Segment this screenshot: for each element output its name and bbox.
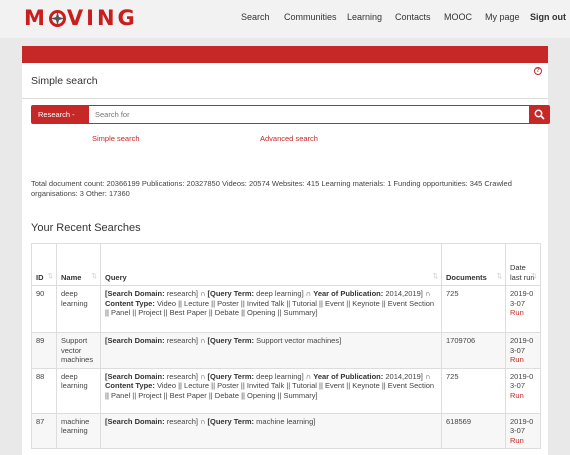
search-bar: Research -: [31, 105, 552, 124]
divider: [22, 98, 548, 99]
nav-contacts[interactable]: Contacts: [395, 12, 431, 22]
query-field-value: Support vector machines]: [254, 336, 342, 345]
query-field-label: [Search Domain:: [105, 289, 165, 298]
column-header-id[interactable]: ID ⇅: [31, 243, 57, 286]
recent-searches-table: ID ⇅ Name ⇅ Query ⇅ Documents ⇅ Date last ru…: [31, 243, 541, 449]
row-documents: 1709706: [441, 332, 506, 369]
domain-dropdown-button[interactable]: Research -: [31, 105, 89, 124]
row-documents: 725: [441, 285, 506, 333]
row-query: [Search Domain: research] ∩ [Query Term:…: [100, 412, 442, 449]
row-date: 2019-03-07 Run: [505, 285, 541, 333]
row-query: [Search Domain: research] ∩ [Query Term:…: [100, 285, 442, 333]
query-field-label: [Query Term:: [207, 336, 255, 345]
row-date-value: 2019-03-07: [510, 371, 534, 391]
nav-learning[interactable]: Learning: [347, 12, 382, 22]
row-date-value: 2019-03-07: [510, 336, 534, 355]
query-field-label: [Query Term:: [207, 371, 255, 381]
row-documents: 618569: [441, 412, 506, 449]
table-row: 89 Support vector machines [Search Domain:…: [31, 332, 541, 369]
row-date: 2019-03-07 Run: [505, 367, 541, 414]
panel-title: Simple search: [31, 75, 98, 87]
run-link[interactable]: Run: [510, 391, 536, 401]
table-row: 90 deep learning [Search Domain: research]…: [31, 285, 541, 333]
column-header-query[interactable]: Query ⇅: [100, 243, 442, 286]
row-name: deep learning: [56, 285, 101, 333]
query-field-label: [Search Domain:: [105, 416, 165, 426]
query-field-label: Content Type:: [105, 381, 155, 390]
row-name: Support vector machines: [56, 332, 101, 369]
nav-sign-out[interactable]: Sign out: [530, 12, 566, 22]
row-name: machine learning: [56, 412, 101, 449]
nav-mooc[interactable]: MOOC: [444, 12, 472, 22]
query-field-value: research] ∩: [164, 371, 208, 381]
table-row: 88 deep learning [Search Domain: research]…: [31, 367, 541, 414]
row-id: 87: [31, 412, 57, 449]
query-field-value: Video || Lecture || Poster || Invited Ta…: [105, 298, 435, 318]
row-id: 90: [31, 285, 57, 333]
search-button[interactable]: [529, 105, 550, 124]
query-field-label: [Search Domain:: [105, 371, 165, 381]
nav-communities[interactable]: Communities: [284, 12, 337, 22]
row-id: 88: [31, 367, 57, 414]
query-field-value: machine learning]: [254, 416, 316, 426]
nav-search[interactable]: Search: [241, 12, 270, 22]
query-field-label: Year of Publication:: [313, 371, 384, 381]
column-header-name[interactable]: Name ⇅: [56, 243, 101, 286]
query-field-value: Video || Lecture || Poster || Invited Ta…: [105, 381, 435, 400]
search-panel: Simple search ? Research - Simple search…: [22, 63, 550, 455]
header-banner: [22, 46, 548, 63]
row-date-value: 2019-03-07: [510, 416, 534, 436]
query-field-label: [Query Term:: [207, 416, 255, 426]
row-documents: 725: [441, 367, 506, 414]
query-field-value: research] ∩: [164, 289, 208, 298]
query-field-label: [Query Term:: [207, 289, 255, 298]
row-query: [Search Domain: research] ∩ [Query Term:…: [100, 367, 442, 414]
row-date: 2019-03-07 Run: [505, 332, 541, 369]
row-name: deep learning: [56, 367, 101, 414]
query-field-value: 2014,2019] ∩: [383, 289, 431, 298]
row-date-value: 2019-03-07: [510, 289, 534, 308]
recent-searches-title: Your Recent Searches: [31, 222, 141, 234]
row-query: [Search Domain: research] ∩ [Query Term:…: [100, 332, 442, 369]
logo-text: M VING: [24, 6, 138, 30]
query-field-label: Content Type:: [105, 298, 155, 308]
query-field-value: deep learning] ∩: [254, 289, 314, 298]
query-field-label: Year of Publication:: [313, 289, 384, 298]
run-link[interactable]: Run: [510, 436, 536, 446]
search-input[interactable]: [89, 105, 529, 124]
search-icon: [534, 109, 545, 120]
query-field-value: research] ∩: [164, 336, 208, 345]
query-field-label: [Search Domain:: [105, 336, 165, 345]
table-row: 87 machine learning [Search Domain: resear…: [31, 412, 541, 449]
document-counts: Total document count: 20366199 Publicati…: [31, 179, 512, 198]
moving-logo[interactable]: M VING: [24, 6, 138, 30]
query-field-value: deep learning] ∩: [254, 371, 314, 381]
row-id: 89: [31, 332, 57, 369]
column-header-date-last-run[interactable]: Date last run ⇅: [505, 243, 541, 286]
run-link[interactable]: Run: [510, 355, 536, 365]
nav-my-page[interactable]: My page: [485, 12, 520, 22]
advanced-search-link[interactable]: Advanced search: [260, 134, 318, 143]
query-field-value: research] ∩: [164, 416, 208, 426]
row-date: 2019-03-07 Run: [505, 412, 541, 449]
query-field-value: 2014,2019] ∩: [383, 371, 431, 381]
top-navigation-bar: M VING Search Communities Learning Contac…: [0, 0, 570, 38]
column-header-documents[interactable]: Documents ⇅: [441, 243, 506, 286]
run-link[interactable]: Run: [510, 308, 536, 318]
simple-search-link[interactable]: Simple search: [92, 134, 140, 143]
help-icon[interactable]: ?: [534, 67, 542, 75]
